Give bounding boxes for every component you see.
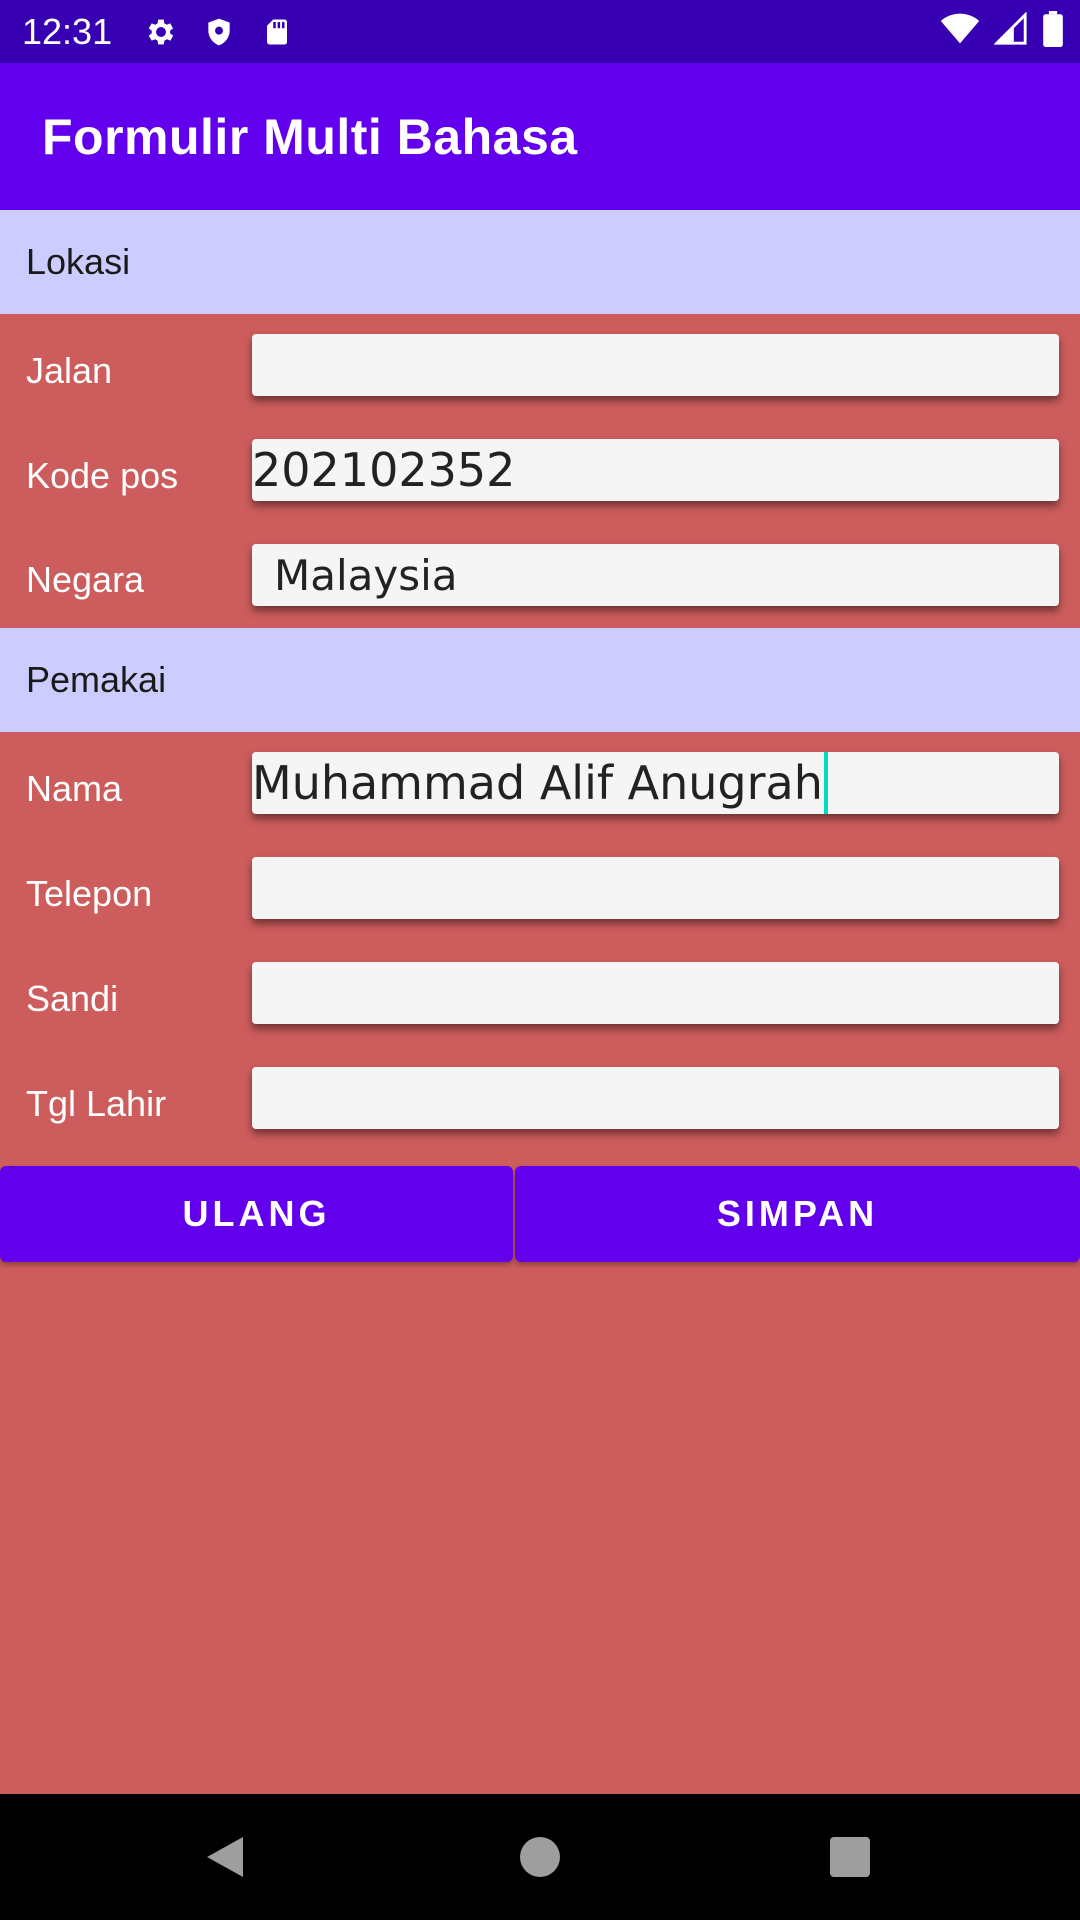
section-header-user: Pemakai [0,628,1080,732]
home-icon [520,1837,560,1877]
country-label: Negara [26,559,145,600]
street-label: Jalan [26,350,113,391]
shield-icon [190,0,248,63]
recents-button[interactable] [790,1794,910,1920]
name-input-value: Muhammad Alif Anugrah [252,756,823,810]
birth-date-label: Tgl Lahir [26,1083,167,1124]
save-button[interactable]: SIMPAN [515,1166,1080,1262]
name-input[interactable]: Muhammad Alif Anugrah [252,752,1059,814]
password-label: Sandi [26,978,119,1019]
status-time: 12:31 [22,10,113,52]
app-bar: Formulir Multi Bahasa [0,63,1080,210]
country-spinner[interactable]: Malaysia [252,544,1059,606]
text-cursor [823,752,828,814]
phone-input[interactable] [252,857,1059,919]
back-icon [207,1837,243,1877]
name-label: Nama [26,768,123,809]
app-title: Formulir Multi Bahasa [42,109,578,165]
wifi-icon [940,13,980,50]
phone-label: Telepon [26,873,153,914]
street-input[interactable] [252,334,1059,396]
postal-code-input[interactable]: 202102352 [252,439,1059,501]
postal-code-label: Kode pos [26,455,179,496]
navigation-bar [0,1794,1080,1920]
status-bar: 12:31 [0,0,1080,63]
recents-icon [830,1837,870,1877]
gear-icon [132,0,190,63]
birth-date-input[interactable] [252,1067,1059,1129]
home-button[interactable] [480,1794,600,1920]
signal-icon [993,11,1028,51]
reset-button[interactable]: ULANG [0,1166,513,1262]
sd-card-icon [248,0,306,63]
section-header-location: Lokasi [0,210,1080,314]
password-input[interactable] [252,962,1059,1024]
battery-icon [1042,11,1064,52]
back-button[interactable] [165,1794,285,1920]
